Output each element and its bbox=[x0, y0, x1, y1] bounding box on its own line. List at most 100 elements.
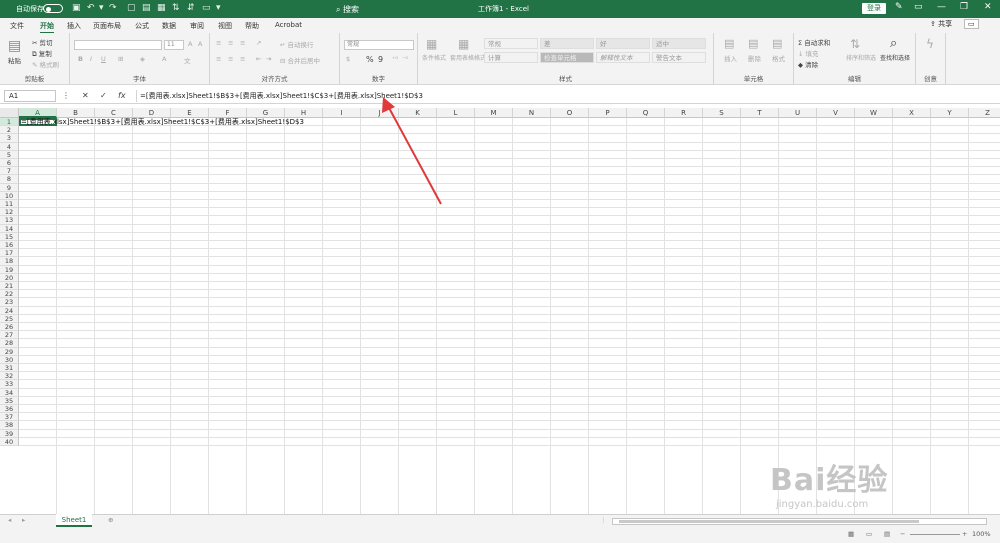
tab-9[interactable]: Acrobat bbox=[275, 21, 302, 29]
sort-desc-icon[interactable]: ⇵ bbox=[187, 3, 195, 14]
tab-3[interactable]: 页面布局 bbox=[93, 21, 121, 31]
row-header-35[interactable]: 35 bbox=[0, 396, 19, 405]
insert-cells-icon[interactable]: ▤ bbox=[724, 37, 734, 50]
outdent-icon[interactable]: ⇥ bbox=[266, 55, 271, 63]
decrease-decimal-icon[interactable]: ⁻⁰ bbox=[402, 55, 408, 63]
row-header-22[interactable]: 22 bbox=[0, 290, 19, 299]
tab-4[interactable]: 公式 bbox=[135, 21, 149, 31]
style-explanatory[interactable]: 解释性文本 bbox=[596, 52, 650, 63]
new-file-icon[interactable]: ▢ bbox=[127, 3, 136, 14]
row-header-5[interactable]: 5 bbox=[0, 150, 19, 159]
share-button[interactable]: ⇪ 共享 bbox=[930, 19, 952, 29]
style-calculation[interactable]: 计算 bbox=[484, 52, 538, 63]
bold-button[interactable]: B bbox=[78, 55, 83, 63]
style-normal[interactable]: 常规 bbox=[484, 38, 538, 49]
scroll-right-icon[interactable]: ▸ bbox=[22, 516, 25, 524]
column-header-Q[interactable]: Q bbox=[627, 108, 665, 118]
sheet-tab[interactable]: Sheet1 bbox=[56, 514, 92, 527]
style-warning[interactable]: 警告文本 bbox=[652, 52, 706, 63]
delete-cells-icon[interactable]: ▤ bbox=[748, 37, 758, 50]
italic-button[interactable]: I bbox=[90, 55, 92, 63]
align-center-icon[interactable]: ≡ bbox=[228, 55, 233, 63]
row-header-36[interactable]: 36 bbox=[0, 405, 19, 414]
tab-1[interactable]: 开始 bbox=[40, 21, 54, 34]
conditional-format-button[interactable]: 条件格式 bbox=[422, 53, 446, 62]
column-header-K[interactable]: K bbox=[399, 108, 437, 118]
close-icon[interactable]: ✕ bbox=[984, 2, 992, 12]
conditional-format-icon[interactable]: ▦ bbox=[426, 37, 437, 51]
font-family-dropdown[interactable] bbox=[74, 40, 162, 50]
column-header-A[interactable]: A bbox=[19, 108, 57, 118]
tab-6[interactable]: 审阅 bbox=[190, 21, 204, 31]
horizontal-scrollbar[interactable] bbox=[612, 518, 987, 525]
open-file-icon[interactable]: ▤ bbox=[142, 3, 151, 14]
border-icon[interactable]: ⊞ bbox=[118, 55, 123, 63]
number-format-dropdown[interactable]: 常规 bbox=[344, 40, 414, 50]
row-header-26[interactable]: 26 bbox=[0, 323, 19, 332]
shrink-font-icon[interactable]: A bbox=[198, 40, 202, 48]
column-header-E[interactable]: E bbox=[171, 108, 209, 118]
formula-bar-options-icon[interactable]: ⋮ bbox=[62, 91, 70, 100]
scroll-thumb[interactable] bbox=[619, 520, 919, 523]
column-header-P[interactable]: P bbox=[589, 108, 627, 118]
tab-splitter-icon[interactable]: ⋮ bbox=[600, 516, 607, 524]
wrap-text-button[interactable]: ↵ 自动换行 bbox=[280, 39, 314, 49]
row-header-6[interactable]: 6 bbox=[0, 159, 19, 168]
row-header-34[interactable]: 34 bbox=[0, 388, 19, 397]
row-header-1[interactable]: 1 bbox=[0, 118, 19, 127]
column-header-S[interactable]: S bbox=[703, 108, 741, 118]
ribbon-display-icon[interactable]: ▭ bbox=[914, 2, 923, 12]
worksheet-grid[interactable]: A B C D E F G H I J K L M N O P Q R S T U V W X Y Z 1 2 3 4 5 6 7 8 9 10 11 1… bbox=[0, 108, 1000, 514]
restore-icon[interactable]: ❐ bbox=[960, 2, 968, 12]
column-header-W[interactable]: W bbox=[855, 108, 893, 118]
tab-0[interactable]: 文件 bbox=[10, 21, 24, 31]
lightning-icon[interactable]: ϟ bbox=[926, 37, 934, 51]
row-header-18[interactable]: 18 bbox=[0, 257, 19, 266]
zoom-in-icon[interactable]: + bbox=[962, 530, 967, 538]
cut-button[interactable]: ✂ 剪切 bbox=[32, 37, 53, 47]
font-size-dropdown[interactable]: 11 bbox=[164, 40, 184, 50]
align-left-icon[interactable]: ≡ bbox=[216, 55, 221, 63]
row-header-21[interactable]: 21 bbox=[0, 282, 19, 291]
zoom-slider[interactable] bbox=[910, 534, 960, 535]
row-header-9[interactable]: 9 bbox=[0, 183, 19, 192]
column-header-N[interactable]: N bbox=[513, 108, 551, 118]
row-header-25[interactable]: 25 bbox=[0, 314, 19, 323]
row-header-14[interactable]: 14 bbox=[0, 224, 19, 233]
column-header-R[interactable]: R bbox=[665, 108, 703, 118]
undo-dropdown-icon[interactable]: ▾ bbox=[99, 3, 104, 14]
clear-button[interactable]: ◆ 清除 bbox=[798, 59, 818, 69]
enter-icon[interactable]: ✓ bbox=[100, 91, 107, 100]
row-header-8[interactable]: 8 bbox=[0, 175, 19, 184]
row-header-29[interactable]: 29 bbox=[0, 347, 19, 356]
format-as-table-icon[interactable]: ▦ bbox=[458, 37, 469, 51]
row-header-16[interactable]: 16 bbox=[0, 241, 19, 250]
style-bad[interactable]: 差 bbox=[540, 38, 594, 49]
page-layout-icon[interactable]: ▭ bbox=[866, 530, 872, 538]
print-preview-icon[interactable]: ▦ bbox=[157, 3, 166, 14]
tab-8[interactable]: 帮助 bbox=[245, 21, 259, 31]
comments-button[interactable]: ▭ bbox=[964, 19, 979, 29]
paste-button[interactable]: 粘贴 bbox=[8, 55, 21, 65]
row-header-15[interactable]: 15 bbox=[0, 232, 19, 241]
insert-function-icon[interactable]: fx bbox=[118, 91, 126, 100]
column-header-X[interactable]: X bbox=[893, 108, 931, 118]
row-header-30[interactable]: 30 bbox=[0, 355, 19, 364]
column-header-T[interactable]: T bbox=[741, 108, 779, 118]
row-header-40[interactable]: 40 bbox=[0, 437, 19, 446]
zoom-level[interactable]: 100% bbox=[972, 530, 991, 538]
column-header-H[interactable]: H bbox=[285, 108, 323, 118]
column-header-D[interactable]: D bbox=[133, 108, 171, 118]
tab-7[interactable]: 视图 bbox=[218, 21, 232, 31]
autosum-button[interactable]: Σ 自动求和 bbox=[798, 37, 830, 47]
save-icon[interactable]: ▣ bbox=[72, 3, 81, 14]
row-header-7[interactable]: 7 bbox=[0, 167, 19, 176]
orientation-icon[interactable]: ↗ bbox=[256, 39, 261, 47]
row-header-10[interactable]: 10 bbox=[0, 191, 19, 200]
column-header-B[interactable]: B bbox=[57, 108, 95, 118]
column-header-O[interactable]: O bbox=[551, 108, 589, 118]
normal-view-icon[interactable]: ▦ bbox=[848, 530, 854, 538]
sheet-icon[interactable]: ▭ bbox=[202, 3, 211, 14]
format-cells-icon[interactable]: ▤ bbox=[772, 37, 782, 50]
fill-button[interactable]: ↓ 填充 bbox=[798, 48, 819, 58]
